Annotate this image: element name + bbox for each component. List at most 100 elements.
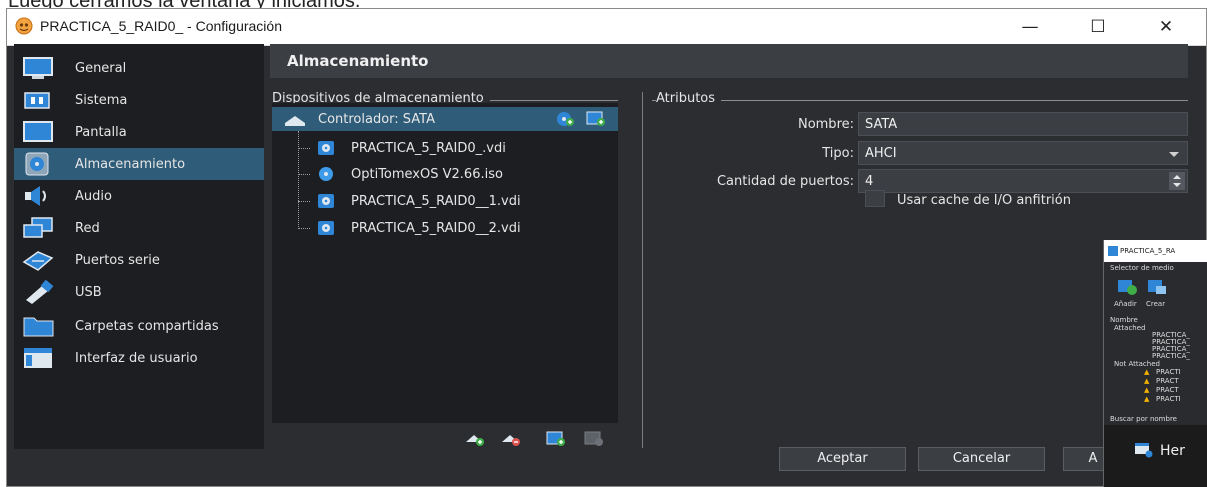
- host-io-cache-checkbox[interactable]: [865, 190, 885, 207]
- not-attached-group[interactable]: Not Attached: [1114, 360, 1160, 368]
- media-selector-window: PRACTICA_5_RA Selector de medio Añadir C…: [1103, 240, 1207, 487]
- sidebar-item-carpetas-compartidas[interactable]: Carpetas compartidas: [14, 310, 264, 342]
- create-disk-label: Crear: [1146, 300, 1166, 308]
- tree-guide: [298, 228, 310, 229]
- minimize-button[interactable]: —: [1007, 9, 1053, 45]
- window-icon: [24, 348, 52, 368]
- accept-button[interactable]: Aceptar: [779, 447, 906, 471]
- ports-value: 4: [865, 174, 874, 189]
- attached-group[interactable]: Attached: [1114, 324, 1145, 332]
- list-item[interactable]: PRACTI: [1156, 395, 1181, 403]
- create-disk-icon[interactable]: [1146, 278, 1168, 296]
- sidebar-item-label: Puertos serie: [75, 253, 160, 268]
- sidebar-item-audio[interactable]: Audio: [14, 180, 264, 212]
- hard-disk-icon: [318, 194, 334, 208]
- media-selector-icon: [1108, 246, 1118, 256]
- type-dropdown[interactable]: AHCI: [858, 141, 1188, 165]
- speaker-icon: [25, 186, 46, 206]
- media-selector-title: PRACTICA_5_RA: [1120, 247, 1176, 255]
- maximize-button[interactable]: ☐: [1075, 9, 1121, 45]
- device-item[interactable]: PRACTICA_5_RAID0_.vdi: [351, 141, 506, 156]
- name-label: Nombre:: [797, 117, 854, 132]
- hard-disk-icon: [318, 141, 334, 155]
- media-selector-subtitle: Selector de medio: [1110, 264, 1174, 272]
- tool-icon: [1135, 443, 1153, 458]
- warning-icon: ▲: [1144, 386, 1150, 394]
- section-title: Almacenamiento: [287, 52, 429, 70]
- chevron-down-icon: [1169, 152, 1179, 157]
- add-optical-drive-icon[interactable]: [555, 111, 575, 127]
- add-hard-disk-icon[interactable]: [585, 110, 607, 127]
- add-controller-icon[interactable]: [464, 431, 486, 447]
- list-item[interactable]: PRACTICA_: [1152, 352, 1190, 360]
- taskbar-item-label[interactable]: Her: [1160, 443, 1185, 459]
- warning-icon: ▲: [1144, 377, 1150, 385]
- add-disk-label: Añadir: [1114, 300, 1137, 308]
- sidebar-item-label: Sistema: [75, 93, 128, 108]
- sidebar-item-almacenamiento[interactable]: Almacenamiento: [14, 148, 264, 180]
- sidebar-item-label: Almacenamiento: [75, 157, 186, 172]
- close-button[interactable]: ✕: [1143, 9, 1189, 45]
- sidebar-item-general[interactable]: General: [14, 52, 264, 84]
- window-title: PRACTICA_5_RAID0_ - Configuración: [40, 18, 282, 34]
- usb-icon: [26, 280, 54, 304]
- tree-guide: [298, 148, 310, 149]
- media-selector-panel: PRACTICA_5_RA Selector de medio Añadir C…: [1104, 240, 1207, 425]
- tree-guide: [298, 201, 310, 202]
- column-name-header: Nombre: [1110, 316, 1138, 324]
- host-io-cache-label: Usar cache de I/O anfitrión: [897, 193, 1071, 208]
- remove-attachment-icon[interactable]: [583, 430, 605, 447]
- monitor-icon: [23, 57, 53, 79]
- serial-port-icon: [22, 251, 54, 271]
- sidebar-item-sistema[interactable]: Sistema: [14, 84, 264, 116]
- device-item[interactable]: PRACTICA_5_RAID0__2.vdi: [351, 221, 521, 236]
- storage-tree[interactable]: Controlador: SATA PRACTICA_5_RAID0_.vdi …: [272, 103, 618, 423]
- list-item[interactable]: PRACTI: [1156, 368, 1181, 376]
- sidebar-item-puertos-serie[interactable]: Puertos serie: [14, 244, 264, 276]
- taskbar-popup: Her: [1104, 425, 1207, 487]
- sidebar-item-usb[interactable]: USB: [14, 276, 264, 308]
- add-attachment-icon[interactable]: [545, 430, 567, 447]
- panel-separator: [642, 92, 643, 448]
- type-label: Tipo:: [822, 146, 854, 161]
- warning-icon: ▲: [1144, 395, 1150, 403]
- tree-guide: [298, 174, 310, 175]
- controller-label: Controlador: SATA: [318, 112, 435, 127]
- name-field[interactable]: SATA: [858, 112, 1188, 136]
- ports-label: Cantidad de puertos:: [716, 174, 854, 189]
- sidebar-item-label: Red: [75, 221, 100, 236]
- ports-spinbox[interactable]: 4: [858, 169, 1188, 193]
- device-item[interactable]: OptiTomexOS V2.66.iso: [351, 167, 503, 182]
- remove-controller-icon[interactable]: [500, 431, 522, 447]
- sidebar-item-red[interactable]: Red: [14, 212, 264, 244]
- folder-icon: [23, 317, 54, 337]
- hard-disk-icon: [318, 221, 334, 235]
- device-item[interactable]: PRACTICA_5_RAID0__1.vdi: [351, 194, 521, 209]
- cancel-button[interactable]: Cancelar: [918, 447, 1045, 471]
- sidebar-item-interfaz-de-usuario[interactable]: Interfaz de usuario: [14, 342, 264, 374]
- list-item[interactable]: PRACT: [1156, 386, 1179, 394]
- network-icon: [23, 217, 53, 238]
- sidebar-item-label: Interfaz de usuario: [75, 351, 198, 366]
- section-header: Almacenamiento: [270, 44, 1188, 78]
- disk-icon: [25, 152, 49, 176]
- warning-icon: ▲: [1144, 368, 1150, 376]
- sidebar-item-label: General: [75, 61, 127, 76]
- title-bar: PRACTICA_5_RAID0_ - Configuración — ☐ ✕: [7, 9, 1206, 46]
- sidebar-item-label: Carpetas compartidas: [75, 319, 219, 334]
- controller-icon: [285, 116, 305, 126]
- tree-guide: [298, 131, 299, 229]
- add-disk-icon[interactable]: [1116, 278, 1138, 296]
- chip-icon: [24, 92, 50, 109]
- search-by-name-label: Buscar por nombre: [1110, 415, 1177, 423]
- display-icon: [23, 121, 53, 142]
- name-value: SATA: [865, 117, 898, 132]
- virtualbox-app-icon: [15, 17, 33, 35]
- sidebar-item-label: Audio: [75, 189, 112, 204]
- attributes-group-title: Atributos: [656, 91, 722, 106]
- list-item[interactable]: PRACT: [1156, 377, 1179, 385]
- sidebar-item-pantalla[interactable]: Pantalla: [14, 116, 264, 148]
- sidebar-item-label: Pantalla: [75, 125, 127, 140]
- spinner-arrows-icon[interactable]: [1169, 172, 1185, 190]
- optical-disc-icon: [319, 167, 333, 181]
